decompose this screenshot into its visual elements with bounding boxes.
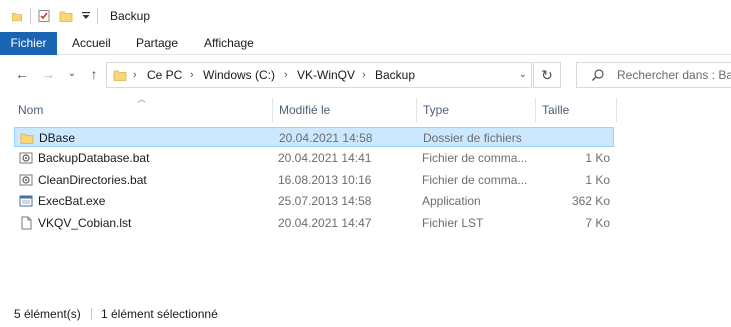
refresh-button[interactable]: ↻: [533, 62, 561, 88]
file-size: 7 Ko: [585, 216, 610, 230]
tab-fichier[interactable]: Fichier: [0, 32, 57, 55]
search-icon: [592, 69, 604, 81]
tab-partage[interactable]: Partage: [136, 32, 178, 55]
list-item[interactable]: DBase 20.04.2021 14:58 Dossier de fichie…: [14, 127, 614, 147]
file-modified: 20.04.2021 14:47: [278, 216, 372, 230]
exe-icon: [19, 195, 33, 207]
column-divider[interactable]: [535, 98, 536, 122]
breadcrumb-vk-winqv[interactable]: VK-WinQV: [297, 63, 355, 87]
file-name: DBase: [39, 131, 76, 145]
divider: [91, 308, 92, 320]
folder-icon[interactable]: [10, 11, 24, 22]
file-type: Dossier de fichiers: [423, 131, 522, 145]
search-input[interactable]: Rechercher dans : Backup: [576, 62, 731, 88]
selection-count: 1 élément sélectionné: [101, 307, 218, 321]
batch-file-icon: [19, 152, 33, 164]
column-header-size[interactable]: Taille: [542, 96, 569, 124]
address-bar[interactable]: › Ce PC › Windows (C:) › VK-WinQV › Back…: [106, 62, 532, 88]
tab-accueil[interactable]: Accueil: [72, 32, 111, 55]
search-placeholder: Rechercher dans : Backup: [617, 68, 731, 82]
up-arrow-icon[interactable]: ↑: [86, 66, 102, 82]
new-folder-icon[interactable]: [59, 9, 73, 23]
list-item[interactable]: ExecBat.exe 25.07.2013 14:58 Application…: [14, 191, 614, 211]
file-modified: 25.07.2013 14:58: [278, 194, 372, 208]
breadcrumb-separator-icon[interactable]: ›: [284, 63, 288, 87]
customize-toolbar-icon[interactable]: [81, 9, 91, 23]
document-icon: [21, 216, 32, 230]
window-title: Backup: [110, 9, 151, 23]
file-name: BackupDatabase.bat: [38, 151, 150, 165]
sort-ascending-icon: ︿: [137, 94, 147, 104]
file-type: Application: [422, 194, 481, 208]
ribbon-tabs: Fichier Accueil Partage Affichage: [0, 32, 731, 55]
column-header-modified[interactable]: Modifié le: [279, 96, 330, 124]
back-arrow-icon[interactable]: ←: [14, 66, 30, 82]
column-headers: ︿ Nom Modifié le Type Taille: [0, 94, 731, 124]
column-divider[interactable]: [416, 98, 417, 122]
list-item[interactable]: CleanDirectories.bat 16.08.2013 10:16 Fi…: [14, 170, 614, 190]
folder-icon: [20, 133, 34, 144]
item-count: 5 élément(s): [14, 307, 81, 321]
tab-affichage[interactable]: Affichage: [204, 32, 254, 55]
file-size: 362 Ko: [571, 194, 610, 208]
properties-icon[interactable]: [37, 9, 51, 23]
file-modified: 20.04.2021 14:41: [278, 151, 372, 165]
title-bar: Backup: [0, 0, 731, 32]
quick-access-toolbar: [10, 8, 104, 24]
file-type: Fichier de comma...: [422, 173, 528, 187]
forward-arrow-icon[interactable]: →: [40, 66, 56, 82]
file-modified: 20.04.2021 14:58: [279, 131, 373, 145]
breadcrumb-separator-icon[interactable]: ›: [362, 63, 366, 87]
column-divider[interactable]: [272, 98, 273, 122]
breadcrumb-backup[interactable]: Backup: [375, 63, 415, 87]
list-item[interactable]: BackupDatabase.bat 20.04.2021 14:41 Fich…: [14, 148, 614, 168]
file-type: Fichier LST: [422, 216, 484, 230]
file-size: 1 Ko: [585, 173, 610, 187]
breadcrumb-separator-icon[interactable]: ›: [190, 63, 194, 87]
column-divider[interactable]: [616, 98, 617, 122]
column-header-name[interactable]: Nom: [18, 96, 43, 124]
file-name: CleanDirectories.bat: [38, 173, 147, 187]
column-header-type[interactable]: Type: [423, 96, 449, 124]
breadcrumb-separator-icon[interactable]: ›: [133, 63, 137, 87]
status-bar: 5 élément(s) 1 élément sélectionné: [0, 304, 731, 324]
recent-locations-chevron-icon[interactable]: ⌄: [64, 66, 80, 82]
address-dropdown-icon[interactable]: ⌄: [519, 63, 527, 87]
breadcrumb-windows-c[interactable]: Windows (C:): [203, 63, 275, 87]
navigation-bar: ← → ⌄ ↑ › Ce PC › Windows (C:) › VK-WinQ…: [0, 58, 731, 92]
divider: [97, 8, 98, 24]
list-item[interactable]: VKQV_Cobian.lst 20.04.2021 14:47 Fichier…: [14, 213, 614, 233]
file-modified: 16.08.2013 10:16: [278, 173, 372, 187]
divider: [30, 8, 31, 24]
batch-file-icon: [19, 174, 33, 186]
folder-icon: [113, 70, 127, 81]
file-name: VKQV_Cobian.lst: [38, 216, 132, 230]
refresh-icon: ↻: [541, 67, 553, 83]
file-size: 1 Ko: [585, 151, 610, 165]
breadcrumb-ce-pc[interactable]: Ce PC: [147, 63, 182, 87]
file-name: ExecBat.exe: [38, 194, 106, 208]
file-type: Fichier de comma...: [422, 151, 528, 165]
